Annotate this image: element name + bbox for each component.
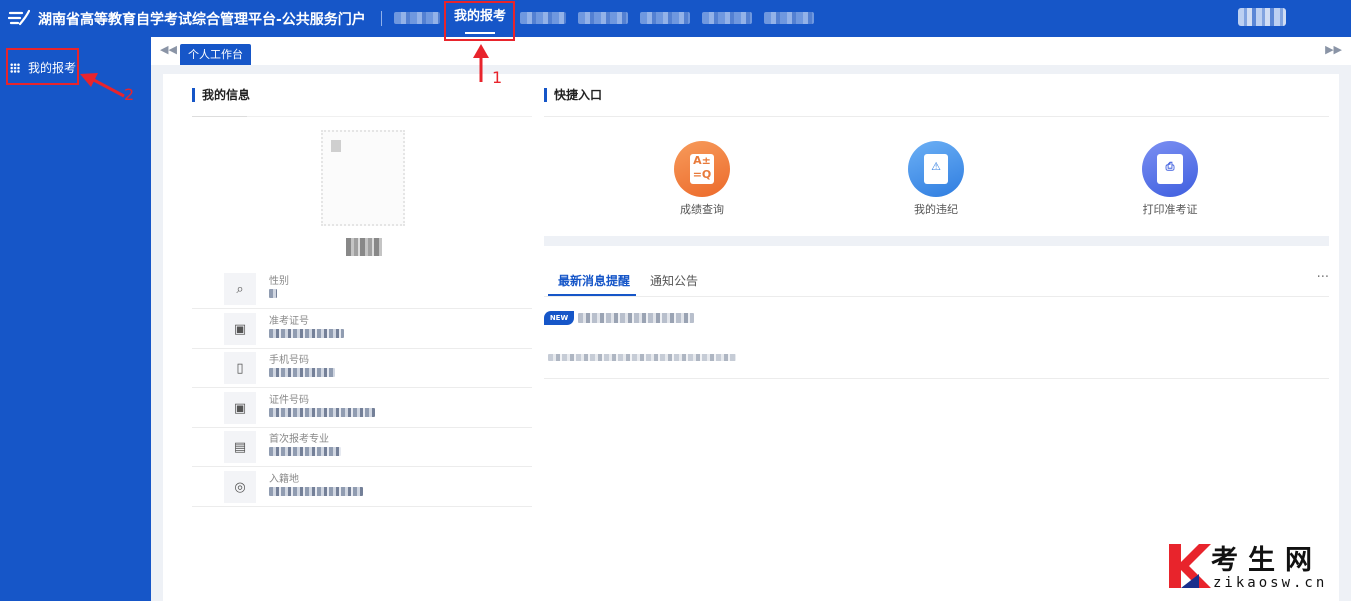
info-row: ▯ 手机号码: [192, 348, 532, 388]
info-value-blurred: [269, 408, 375, 417]
logo-icon: [8, 9, 30, 26]
quick-item-label: 我的违纪: [914, 203, 958, 216]
tab-personal-workbench[interactable]: 个人工作台: [180, 44, 251, 65]
k-logo-icon: [1169, 544, 1211, 588]
book-icon: ▤: [224, 431, 256, 463]
profile-photo: [321, 130, 405, 226]
my-info-panel: 我的信息 ⌕ 性别 ▣ 准考证号 ▯ 手机号码 ▣ 证件号码 ▤ 首次报考专业 …: [163, 74, 532, 601]
divider: [544, 378, 1329, 379]
tab-scroll-left-icon[interactable]: ◀◀: [160, 43, 177, 56]
tab-strip: ◀◀ 个人工作台 ▶▶: [151, 37, 1351, 65]
sidebar: 我的报考: [0, 37, 151, 601]
section-title: 我的信息: [192, 88, 250, 102]
info-label: 准考证号: [269, 316, 309, 327]
info-label: 性别: [269, 276, 289, 287]
nav-item-blurred[interactable]: [640, 12, 690, 24]
title-separator: [381, 11, 382, 26]
gender-icon: ⌕: [224, 273, 256, 305]
section-separator: [544, 236, 1329, 246]
info-label: 首次报考专业: [269, 434, 329, 445]
info-label: 手机号码: [269, 355, 309, 366]
annotation-box-nav: [444, 1, 515, 41]
quick-item-score-query[interactable]: A± =Q 成绩查询: [642, 141, 762, 217]
annotation-number: 1: [492, 68, 503, 87]
tab-latest-messages[interactable]: 最新消息提醒: [558, 272, 630, 289]
phone-icon: ▯: [224, 352, 256, 384]
annotation-box-sidebar: [6, 48, 79, 85]
id-card-icon: ▣: [224, 313, 256, 345]
location-icon: ◎: [224, 471, 256, 503]
quick-item-label: 成绩查询: [680, 203, 724, 216]
nav-item-blurred[interactable]: [702, 12, 752, 24]
active-tab-indicator: [548, 294, 636, 296]
info-label: 入籍地: [269, 474, 299, 485]
info-value-blurred: [269, 487, 363, 496]
nav-item-blurred[interactable]: [764, 12, 814, 24]
info-row: ▤ 首次报考专业: [192, 427, 532, 467]
printer-icon: ⎙: [1142, 141, 1198, 197]
annotation-arrow-up: [473, 44, 489, 82]
quick-item-print-admission[interactable]: ⎙ 打印准考证: [1110, 141, 1230, 217]
news-tabs: 最新消息提醒 通知公告 ···: [544, 270, 1329, 297]
info-label: 证件号码: [269, 395, 309, 406]
id-card-icon: ▣: [224, 392, 256, 424]
news-item-meta-blurred: [548, 354, 736, 361]
divider: [247, 116, 532, 117]
warning-doc-icon: ⚠: [908, 141, 964, 197]
tab-scroll-right-icon[interactable]: ▶▶: [1325, 43, 1342, 56]
watermark-en: zikaosw.cn: [1213, 575, 1328, 591]
watermark-cn: 考生网: [1211, 545, 1322, 576]
quick-item-label: 打印准考证: [1142, 203, 1198, 216]
user-avatar[interactable]: [1238, 8, 1286, 26]
annotation-number: 2: [124, 85, 135, 104]
app-title: 湖南省高等教育自学考试综合管理平台-公共服务门户: [38, 12, 366, 28]
info-value-blurred: [269, 289, 277, 298]
nav-item-blurred[interactable]: [394, 12, 440, 24]
user-name-blurred: [346, 238, 382, 256]
info-value-blurred: [269, 329, 344, 338]
info-row: ⌕ 性别: [192, 269, 532, 309]
info-row: ▣ 证件号码: [192, 388, 532, 428]
watermark-logo: 考生网 zikaosw.cn: [1163, 540, 1343, 598]
info-row: ▣ 准考证号: [192, 309, 532, 349]
more-icon[interactable]: ···: [1317, 270, 1329, 285]
info-value-blurred: [269, 447, 341, 456]
nav-item-blurred[interactable]: [578, 12, 628, 24]
divider: [544, 116, 1329, 117]
news-item-title-blurred[interactable]: [578, 313, 694, 323]
quick-item-my-violations[interactable]: ⚠ 我的违纪: [876, 141, 996, 217]
new-badge: NEW: [544, 311, 574, 325]
divider: [192, 116, 247, 117]
tab-notices[interactable]: 通知公告: [650, 272, 698, 289]
info-value-blurred: [269, 368, 335, 377]
score-query-icon: A± =Q: [674, 141, 730, 197]
quick-access-panel: 快捷入口 A± =Q 成绩查询 ⚠ 我的违纪 ⎙ 打印准考证 最新消息提醒 通知公…: [532, 74, 1339, 601]
info-row: ◎ 入籍地: [192, 467, 532, 507]
nav-item-blurred[interactable]: [520, 12, 566, 24]
section-title: 快捷入口: [544, 88, 602, 102]
annotation-arrow-left: [80, 73, 125, 98]
top-bar: 湖南省高等教育自学考试综合管理平台-公共服务门户 我的报考: [0, 0, 1351, 37]
